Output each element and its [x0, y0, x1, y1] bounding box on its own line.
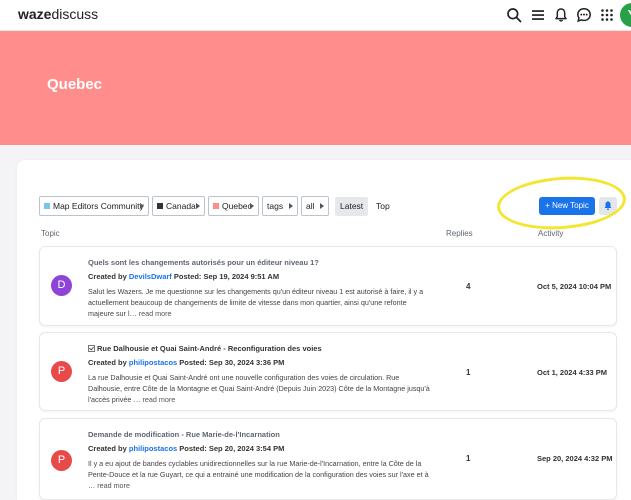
- column-header-activity[interactable]: Activity: [538, 229, 563, 238]
- breadcrumb-all-dropdown[interactable]: all: [301, 196, 329, 216]
- annotation-highlight-circle: [495, 172, 628, 234]
- category-color-swatch: [157, 203, 163, 209]
- topic-list-card: Map Editors Community Canada Quebec tags…: [17, 160, 631, 500]
- created-by-label: Created by: [88, 272, 127, 281]
- last-activity[interactable]: Sep 20, 2024 4:32 PM: [537, 454, 612, 463]
- topic-row[interactable]: P Rue Dalhousie et Quai Saint-André - Re…: [39, 332, 617, 411]
- topic-meta: Created by DevilsDwarf Posted: Sep 19, 2…: [88, 272, 279, 281]
- breadcrumb-label: all: [306, 201, 315, 211]
- avatar[interactable]: P: [51, 450, 72, 471]
- site-logo[interactable]: wazediscuss: [18, 6, 98, 22]
- topic-excerpt: Salut les Wazers. Je me questionne sur l…: [88, 286, 433, 320]
- topic-title[interactable]: Quels sont les changements autorisés pou…: [88, 258, 319, 267]
- posted-date: Posted: Sep 30, 2024 3:36 PM: [179, 358, 285, 367]
- breadcrumb-tags-dropdown[interactable]: tags: [262, 196, 298, 216]
- topic-title[interactable]: Demande de modification - Rue Marie-de-l…: [88, 430, 280, 439]
- category-title: Quebec: [47, 76, 103, 93]
- reply-count: 1: [466, 368, 471, 377]
- category-banner: Quebec: [0, 31, 631, 145]
- author-link[interactable]: philipostacos: [129, 444, 177, 453]
- column-header-replies[interactable]: Replies: [446, 229, 473, 238]
- chat-icon[interactable]: [576, 7, 592, 23]
- user-avatar[interactable]: Y: [620, 3, 631, 27]
- read-more-link[interactable]: read more: [97, 481, 130, 490]
- topic-row[interactable]: P Demande de modification - Rue Marie-de…: [39, 418, 617, 500]
- caret-right-icon: [320, 203, 324, 209]
- topic-title-wrapper[interactable]: Rue Dalhousie et Quai Saint-André - Reco…: [88, 344, 322, 353]
- search-icon[interactable]: [506, 7, 522, 23]
- column-header-topic[interactable]: Topic: [41, 229, 60, 238]
- created-by-label: Created by: [88, 358, 127, 367]
- last-activity[interactable]: Oct 5, 2024 10:04 PM: [537, 282, 611, 291]
- topic-meta: Created by philipostacos Posted: Sep 30,…: [88, 358, 284, 367]
- category-color-swatch: [213, 203, 219, 209]
- menu-icon[interactable]: [530, 7, 546, 23]
- posted-date: Posted: Sep 19, 2024 9:51 AM: [173, 272, 280, 281]
- reply-count: 4: [466, 282, 471, 291]
- excerpt-text: Il y a eu ajout de bandes cyclables unid…: [88, 459, 429, 491]
- breadcrumb-category-quebec[interactable]: Quebec: [208, 196, 259, 216]
- breadcrumb-label: Canada: [166, 201, 196, 211]
- caret-right-icon: [250, 203, 254, 209]
- caret-right-icon: [196, 203, 200, 209]
- excerpt-text: La rue Dalhousie et Quai Saint-André ont…: [88, 373, 430, 405]
- breadcrumb-label: tags: [267, 201, 284, 211]
- author-link[interactable]: DevilsDwarf: [129, 272, 172, 281]
- avatar[interactable]: D: [51, 275, 72, 296]
- topic-title[interactable]: Rue Dalhousie et Quai Saint-André - Reco…: [97, 344, 322, 353]
- topic-meta: Created by philipostacos Posted: Sep 20,…: [88, 444, 284, 453]
- topic-excerpt: Il y a eu ajout de bandes cyclables unid…: [88, 458, 433, 492]
- read-more-link[interactable]: read more: [143, 395, 176, 404]
- reply-count: 1: [466, 454, 471, 463]
- avatar[interactable]: P: [51, 361, 72, 382]
- notifications-bell-icon[interactable]: [553, 7, 569, 23]
- category-color-swatch: [44, 203, 50, 209]
- apps-grid-icon[interactable]: [599, 7, 615, 23]
- read-more-link[interactable]: read more: [139, 309, 172, 318]
- breadcrumb-category-canada[interactable]: Canada: [152, 196, 205, 216]
- breadcrumb-label: Quebec: [222, 201, 252, 211]
- breadcrumb-label: Map Editors Community: [53, 201, 144, 211]
- created-by-label: Created by: [88, 444, 127, 453]
- topic-excerpt: La rue Dalhousie et Quai Saint-André ont…: [88, 372, 433, 406]
- tab-latest[interactable]: Latest: [335, 197, 369, 216]
- posted-date: Posted: Sep 20, 2024 3:54 PM: [179, 444, 285, 453]
- caret-right-icon: [140, 203, 144, 209]
- caret-right-icon: [289, 203, 293, 209]
- tab-top[interactable]: Top: [371, 197, 395, 216]
- logo-brand: waze: [18, 6, 52, 22]
- top-header: wazediscuss Y: [0, 0, 631, 31]
- breadcrumb-category-map-editors[interactable]: Map Editors Community: [39, 196, 149, 216]
- solved-checkbox-icon: [88, 345, 95, 352]
- topic-row[interactable]: D Quels sont les changements autorisés p…: [39, 246, 617, 326]
- logo-product: discuss: [51, 6, 99, 22]
- last-activity[interactable]: Oct 1, 2024 4:33 PM: [537, 368, 607, 377]
- author-link[interactable]: philipostacos: [129, 358, 177, 367]
